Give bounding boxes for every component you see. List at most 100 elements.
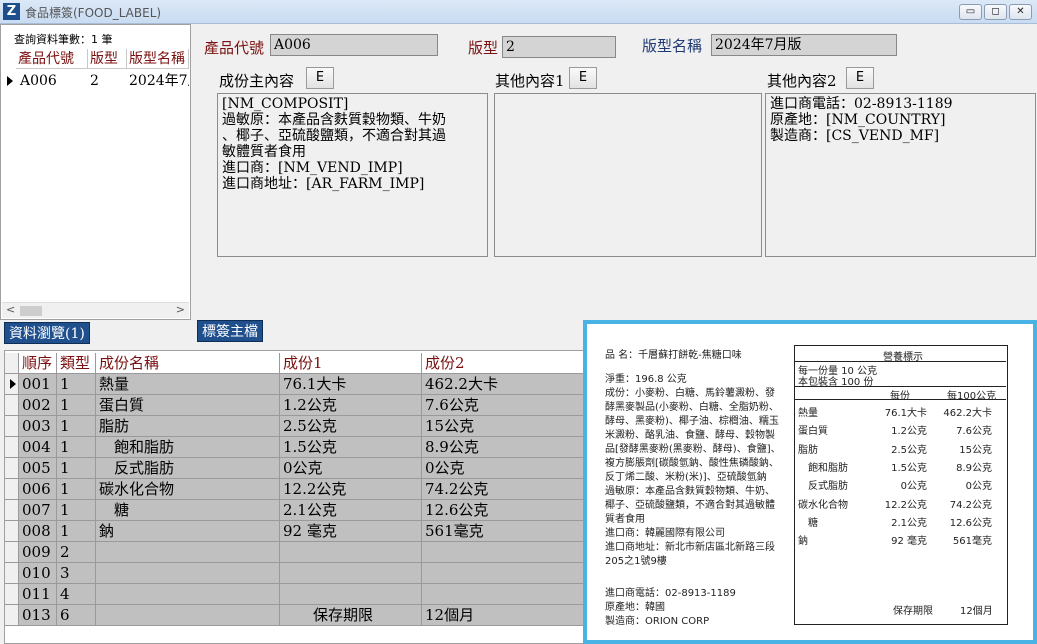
tab-label-master[interactable]: 標簽主檔 [197, 320, 263, 342]
table-row[interactable]: 007 1 糖 2.1公克 12.6公克 [5, 500, 583, 521]
cell-value-2[interactable]: 7.6公克 [422, 395, 583, 416]
cell-seq[interactable]: 009 [19, 542, 57, 563]
cell-type[interactable]: 1 [57, 374, 96, 395]
cell-type[interactable]: 4 [57, 584, 96, 605]
cell-seq[interactable]: 003 [19, 416, 57, 437]
cell-value-2[interactable]: 0公克 [422, 458, 583, 479]
col-header-version[interactable]: 版型 [88, 49, 127, 69]
cell-ingredient-name[interactable] [96, 605, 280, 626]
record-list[interactable]: 查詢資料筆數：1 筆 產品代號 版型 版型名稱 A006 2 2024年7月版 … [0, 24, 191, 320]
col-header-version-name[interactable]: 版型名稱 [127, 49, 189, 69]
row-indicator-cell[interactable] [5, 521, 19, 542]
row-indicator-cell[interactable] [5, 542, 19, 563]
cell-value-1[interactable]: 保存期限 [280, 605, 422, 626]
cell-ingredient-name[interactable]: 蛋白質 [96, 395, 280, 416]
cell-seq[interactable]: 013 [19, 605, 57, 626]
cell-ingredient-name[interactable]: 飽和脂肪 [96, 437, 280, 458]
cell-ingredient-name[interactable] [96, 542, 280, 563]
cell-type[interactable]: 1 [57, 500, 96, 521]
row-indicator-cell[interactable] [5, 458, 19, 479]
row-indicator-cell[interactable] [5, 395, 19, 416]
scroll-thumb[interactable] [20, 306, 42, 316]
cell-type[interactable]: 2 [57, 542, 96, 563]
row-indicator-cell[interactable] [5, 605, 19, 626]
minimize-button[interactable]: ▭ [959, 4, 982, 20]
cell-value-1[interactable]: 92 毫克 [280, 521, 422, 542]
cell-value-2[interactable]: 561毫克 [422, 521, 583, 542]
cell-ingredient-name[interactable] [96, 563, 280, 584]
row-indicator-cell[interactable] [5, 563, 19, 584]
cell-value-1[interactable]: 76.1大卡 [280, 374, 422, 395]
table-row[interactable]: 005 1 反式脂肪 0公克 0公克 [5, 458, 583, 479]
cell-ingredient-name[interactable]: 鈉 [96, 521, 280, 542]
cell-ingredient-name[interactable]: 反式脂肪 [96, 458, 280, 479]
cell-value-1[interactable]: 2.1公克 [280, 500, 422, 521]
cell-ingredient-name[interactable]: 糖 [96, 500, 280, 521]
cell-value-1[interactable]: 0公克 [280, 458, 422, 479]
col-header-value-2[interactable]: 成份2 [422, 353, 583, 374]
cell-ingredient-name[interactable]: 碳水化合物 [96, 479, 280, 500]
cell-value-1[interactable]: 1.5公克 [280, 437, 422, 458]
table-row[interactable]: 003 1 脂肪 2.5公克 15公克 [5, 416, 583, 437]
table-row[interactable]: 006 1 碳水化合物 12.2公克 74.2公克 [5, 479, 583, 500]
cell-seq[interactable]: 001 [19, 374, 57, 395]
main-content-textarea[interactable]: [NM_COMPOSIT] 過敏原：本產品含麩質穀物類、牛奶 、椰子、亞硫酸鹽類… [217, 93, 488, 257]
cell-value-2[interactable]: 12.6公克 [422, 500, 583, 521]
product-code-field[interactable]: A006 [270, 34, 438, 56]
close-button[interactable]: ✕ [1009, 4, 1032, 20]
ingredient-grid[interactable]: 順序 類型 成份名稱 成份1 成份2 001 1 熱量 76.1大卡 462.2大卡 00… [4, 350, 584, 644]
col-header-type[interactable]: 類型 [57, 353, 96, 374]
cell-seq[interactable]: 010 [19, 563, 57, 584]
table-row[interactable]: 009 2 [5, 542, 583, 563]
cell-seq[interactable]: 006 [19, 479, 57, 500]
cell-value-1[interactable]: 12.2公克 [280, 479, 422, 500]
row-indicator-cell[interactable] [5, 584, 19, 605]
tab-browse[interactable]: 資料瀏覽(1) [4, 322, 90, 344]
version-name-field[interactable]: 2024年7月版 [711, 34, 897, 56]
horizontal-scrollbar[interactable]: < > [2, 302, 189, 318]
table-row[interactable]: 010 3 [5, 563, 583, 584]
table-row[interactable]: 004 1 飽和脂肪 1.5公克 8.9公克 [5, 437, 583, 458]
cell-seq[interactable]: 007 [19, 500, 57, 521]
cell-type[interactable]: 1 [57, 437, 96, 458]
cell-value-1[interactable] [280, 584, 422, 605]
cell-type[interactable]: 1 [57, 458, 96, 479]
table-row[interactable]: 013 6 保存期限 12個月 [5, 605, 583, 626]
cell-ingredient-name[interactable]: 脂肪 [96, 416, 280, 437]
cell-type[interactable]: 1 [57, 479, 96, 500]
cell-seq[interactable]: 008 [19, 521, 57, 542]
cell-type[interactable]: 6 [57, 605, 96, 626]
other-content-1-edit-button[interactable]: E [569, 67, 597, 89]
other-content-1-textarea[interactable] [494, 93, 762, 257]
cell-ingredient-name[interactable] [96, 584, 280, 605]
version-field[interactable]: 2 [502, 36, 616, 58]
cell-seq[interactable]: 011 [19, 584, 57, 605]
cell-value-2[interactable]: 462.2大卡 [422, 374, 583, 395]
cell-seq[interactable]: 002 [19, 395, 57, 416]
row-indicator-cell[interactable] [5, 374, 19, 395]
table-row[interactable]: 002 1 蛋白質 1.2公克 7.6公克 [5, 395, 583, 416]
cell-seq[interactable]: 004 [19, 437, 57, 458]
other-content-2-textarea[interactable]: 進口商電話：02-8913-1189 原產地：[NM_COUNTRY] 製造商：… [765, 93, 1036, 257]
cell-value-2[interactable] [422, 563, 583, 584]
table-row[interactable]: 011 4 [5, 584, 583, 605]
table-row[interactable]: 001 1 熱量 76.1大卡 462.2大卡 [5, 374, 583, 395]
scroll-left-icon[interactable]: < [6, 303, 15, 316]
row-indicator-cell[interactable] [5, 500, 19, 521]
cell-type[interactable]: 1 [57, 521, 96, 542]
table-row[interactable]: 008 1 鈉 92 毫克 561毫克 [5, 521, 583, 542]
scroll-right-icon[interactable]: > [176, 303, 185, 316]
cell-value-1[interactable]: 1.2公克 [280, 395, 422, 416]
row-indicator-cell[interactable] [5, 416, 19, 437]
cell-value-1[interactable]: 2.5公克 [280, 416, 422, 437]
row-indicator-cell[interactable] [5, 479, 19, 500]
cell-type[interactable]: 3 [57, 563, 96, 584]
col-header-value-1[interactable]: 成份1 [280, 353, 422, 374]
col-header-ingredient-name[interactable]: 成份名稱 [96, 353, 280, 374]
col-header-product-code[interactable]: 產品代號 [16, 49, 88, 69]
cell-value-1[interactable] [280, 542, 422, 563]
cell-ingredient-name[interactable]: 熱量 [96, 374, 280, 395]
cell-value-1[interactable] [280, 563, 422, 584]
main-content-edit-button[interactable]: E [306, 67, 334, 89]
cell-value-2[interactable] [422, 584, 583, 605]
